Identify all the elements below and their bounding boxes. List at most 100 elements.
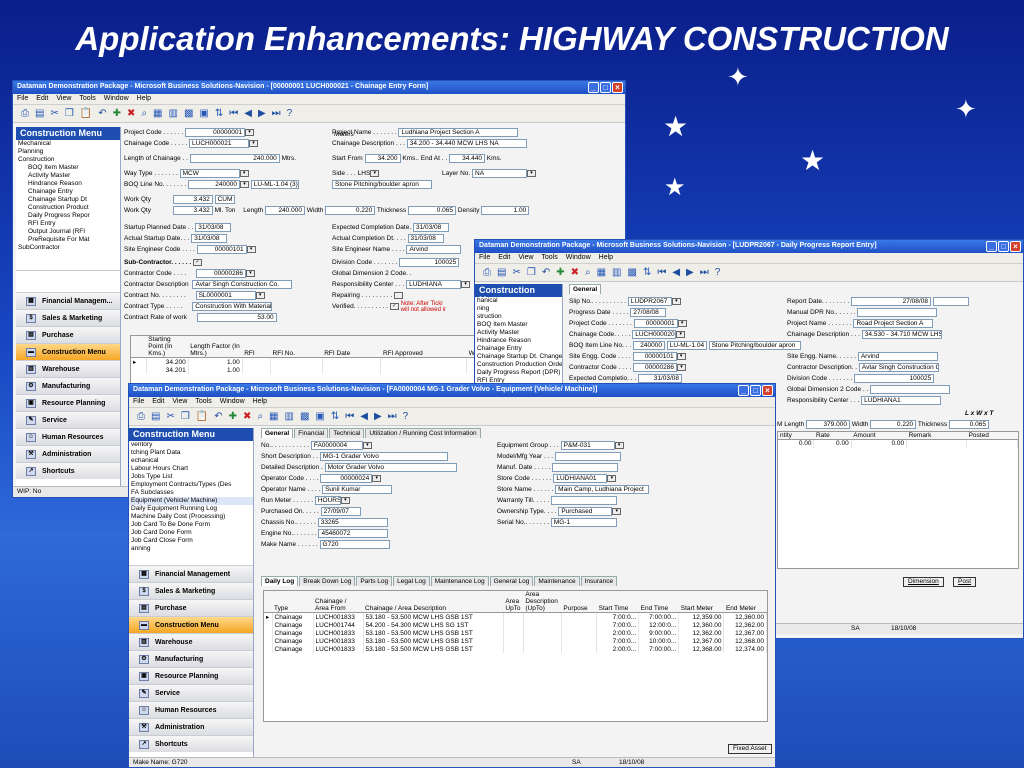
table-cell[interactable]: LUCH001833: [313, 637, 364, 645]
delete-icon[interactable]: ✖: [127, 108, 135, 119]
nav-shortcuts-button[interactable]: ↗ Shortcuts: [16, 462, 120, 479]
nav-construction-button[interactable]: ▬ Construction Menu: [16, 343, 120, 360]
start-from-field[interactable]: 34.200: [364, 153, 401, 163]
project-name-field[interactable]: Ludhiana Project Section A: [398, 127, 519, 137]
dimension-button[interactable]: Dimension: [903, 577, 944, 587]
filter-icon[interactable]: ▦: [269, 411, 278, 422]
table-cell[interactable]: 12,367.00: [723, 629, 767, 637]
print-icon[interactable]: ⎙: [483, 267, 491, 278]
tree-item[interactable]: Machine Daily Cost (Processing): [129, 513, 253, 521]
tree-item[interactable]: Chainage Startup Dt: [16, 196, 120, 204]
nav-manufacturing-button[interactable]: ⚙ Manufacturing: [16, 377, 120, 394]
blank-field[interactable]: [932, 296, 969, 306]
undo-icon[interactable]: ↶: [542, 267, 550, 278]
table-cell[interactable]: 12,362.00: [723, 621, 767, 629]
tree-item[interactable]: Activity Master: [16, 172, 120, 180]
actual-startup-date-field[interactable]: 31/03/08: [191, 233, 228, 243]
nav-manufacturing-button[interactable]: ⚙ Manufacturing: [129, 650, 253, 667]
nav-service-button[interactable]: ✎ Service: [129, 684, 253, 701]
engine-no-field[interactable]: 45460072: [318, 528, 389, 538]
contract-no-field[interactable]: SL0000001: [195, 290, 256, 300]
preview-icon[interactable]: ▤: [35, 108, 44, 119]
tree-item[interactable]: anning: [129, 545, 253, 553]
table-cell[interactable]: Chainage: [272, 629, 314, 637]
tree-item[interactable]: Mechanical: [16, 140, 120, 148]
table-cell[interactable]: 0.00: [778, 439, 815, 448]
first-record-icon[interactable]: ⏮: [657, 267, 666, 278]
preview-icon[interactable]: ▤: [151, 411, 160, 422]
tree-item[interactable]: Construction: [16, 156, 120, 164]
expected-completion-field[interactable]: 31/03/08: [412, 222, 449, 232]
tab-breakdown-log[interactable]: Break Down Log: [299, 576, 356, 586]
show-all-icon[interactable]: ▣: [315, 411, 324, 422]
table-cell[interactable]: 7:00:0...: [596, 612, 640, 621]
lookup-icon[interactable]: ▾: [245, 269, 255, 277]
dropdown-icon[interactable]: ▾: [239, 169, 249, 177]
lookup-icon[interactable]: ▾: [255, 291, 265, 299]
work-qty-ton-field[interactable]: 3.432: [172, 205, 213, 215]
tree-item[interactable]: PreRequisite For Mat: [16, 236, 120, 244]
preview-icon[interactable]: ▤: [497, 267, 506, 278]
table-cell[interactable]: 53.180 - 53.500 MCW LHS GSB 1ST: [363, 629, 504, 637]
nav-purchase-button[interactable]: ▤ Purchase: [129, 599, 253, 616]
lookup-icon[interactable]: ▾: [362, 441, 372, 449]
warranty-till-field[interactable]: [550, 495, 617, 505]
lookup-icon[interactable]: ▾: [676, 352, 686, 360]
table-cell[interactable]: 53.180 - 53.500 MCW LHS GSB 1ST: [363, 612, 504, 621]
tab-general[interactable]: General: [569, 284, 602, 294]
serial-no-field[interactable]: MG-1: [550, 517, 617, 527]
help-icon[interactable]: ?: [715, 267, 721, 278]
tree-item[interactable]: Hindrance Reason: [16, 180, 120, 188]
table-cell[interactable]: 9:00:00...: [638, 629, 680, 637]
tab-utilization[interactable]: Utilization / Running Cost Information: [365, 428, 481, 438]
maximize-button[interactable]: □: [750, 385, 761, 396]
thickness-field[interactable]: 0.065: [948, 419, 989, 429]
way-type-field[interactable]: MCW: [179, 168, 240, 178]
table-cell[interactable]: 7:00:00...: [638, 612, 680, 621]
dropdown-icon[interactable]: ▾: [612, 507, 622, 515]
menu-window[interactable]: Window: [220, 398, 245, 406]
tree-item[interactable]: Daily Progress Report (DPR): [475, 369, 562, 377]
filter-icon[interactable]: ▦: [597, 267, 606, 278]
boq-line-field[interactable]: 240000: [187, 179, 240, 189]
table-cell[interactable]: LUCH001833: [313, 645, 364, 653]
table-cell[interactable]: LUCH001833: [313, 629, 364, 637]
table-cell[interactable]: 12,360.00: [678, 621, 725, 629]
copy-icon[interactable]: ❐: [181, 411, 190, 422]
table-cell[interactable]: 0.00: [851, 439, 908, 448]
table-cell[interactable]: 12:00:0...: [638, 621, 680, 629]
responsibility-center-field[interactable]: LUDHIANA: [406, 279, 462, 289]
menu-window[interactable]: Window: [566, 254, 591, 262]
tree-item[interactable]: tching Plant Data: [129, 449, 253, 457]
menu-edit[interactable]: Edit: [36, 95, 48, 103]
close-button[interactable]: ×: [1010, 241, 1021, 252]
site-engg-code-field[interactable]: 00000101: [632, 351, 677, 361]
print-icon[interactable]: ⎙: [21, 108, 29, 119]
table-cell[interactable]: 34.201: [146, 366, 189, 374]
nav-financial-button[interactable]: ▦ Financial Management: [129, 565, 253, 582]
table-row[interactable]: ▸ 34.200 1.00: [131, 357, 499, 366]
table-cell[interactable]: 0.00: [813, 439, 852, 448]
prev-record-icon[interactable]: ◀: [360, 411, 368, 422]
tree-item[interactable]: SubContractor: [16, 244, 120, 252]
menu-window[interactable]: Window: [104, 95, 129, 103]
repairing-checkbox[interactable]: [394, 291, 404, 299]
last-record-icon[interactable]: ⏭: [272, 108, 281, 119]
table-row[interactable]: Chainage LUCH001833 53.180 - 53.500 MCW LH…: [264, 637, 767, 645]
tree-item[interactable]: Job Card Done Form: [129, 529, 253, 537]
table-cell[interactable]: 7:00:0...: [596, 621, 640, 629]
find-icon[interactable]: ⌕: [141, 108, 147, 119]
progress-date-field[interactable]: 27/08/08: [630, 307, 667, 317]
table-cell[interactable]: 12,362.00: [678, 629, 725, 637]
help-icon[interactable]: ?: [287, 108, 293, 119]
undo-icon[interactable]: ↶: [98, 108, 106, 119]
find-icon[interactable]: ⌕: [585, 267, 591, 278]
table-cell[interactable]: 10:00:0...: [638, 637, 680, 645]
tree-item[interactable]: Employment Contracts/Types (Des: [129, 481, 253, 489]
model-year-field[interactable]: [554, 451, 621, 461]
equipment-group-field[interactable]: P&M-031: [560, 440, 615, 450]
nav-admin-button[interactable]: ⚒ Administration: [16, 445, 120, 462]
table-cell[interactable]: 7:00:0...: [596, 637, 640, 645]
tree-item[interactable]: Hindrance Reason: [475, 337, 562, 345]
density-field[interactable]: 1.00: [481, 205, 530, 215]
